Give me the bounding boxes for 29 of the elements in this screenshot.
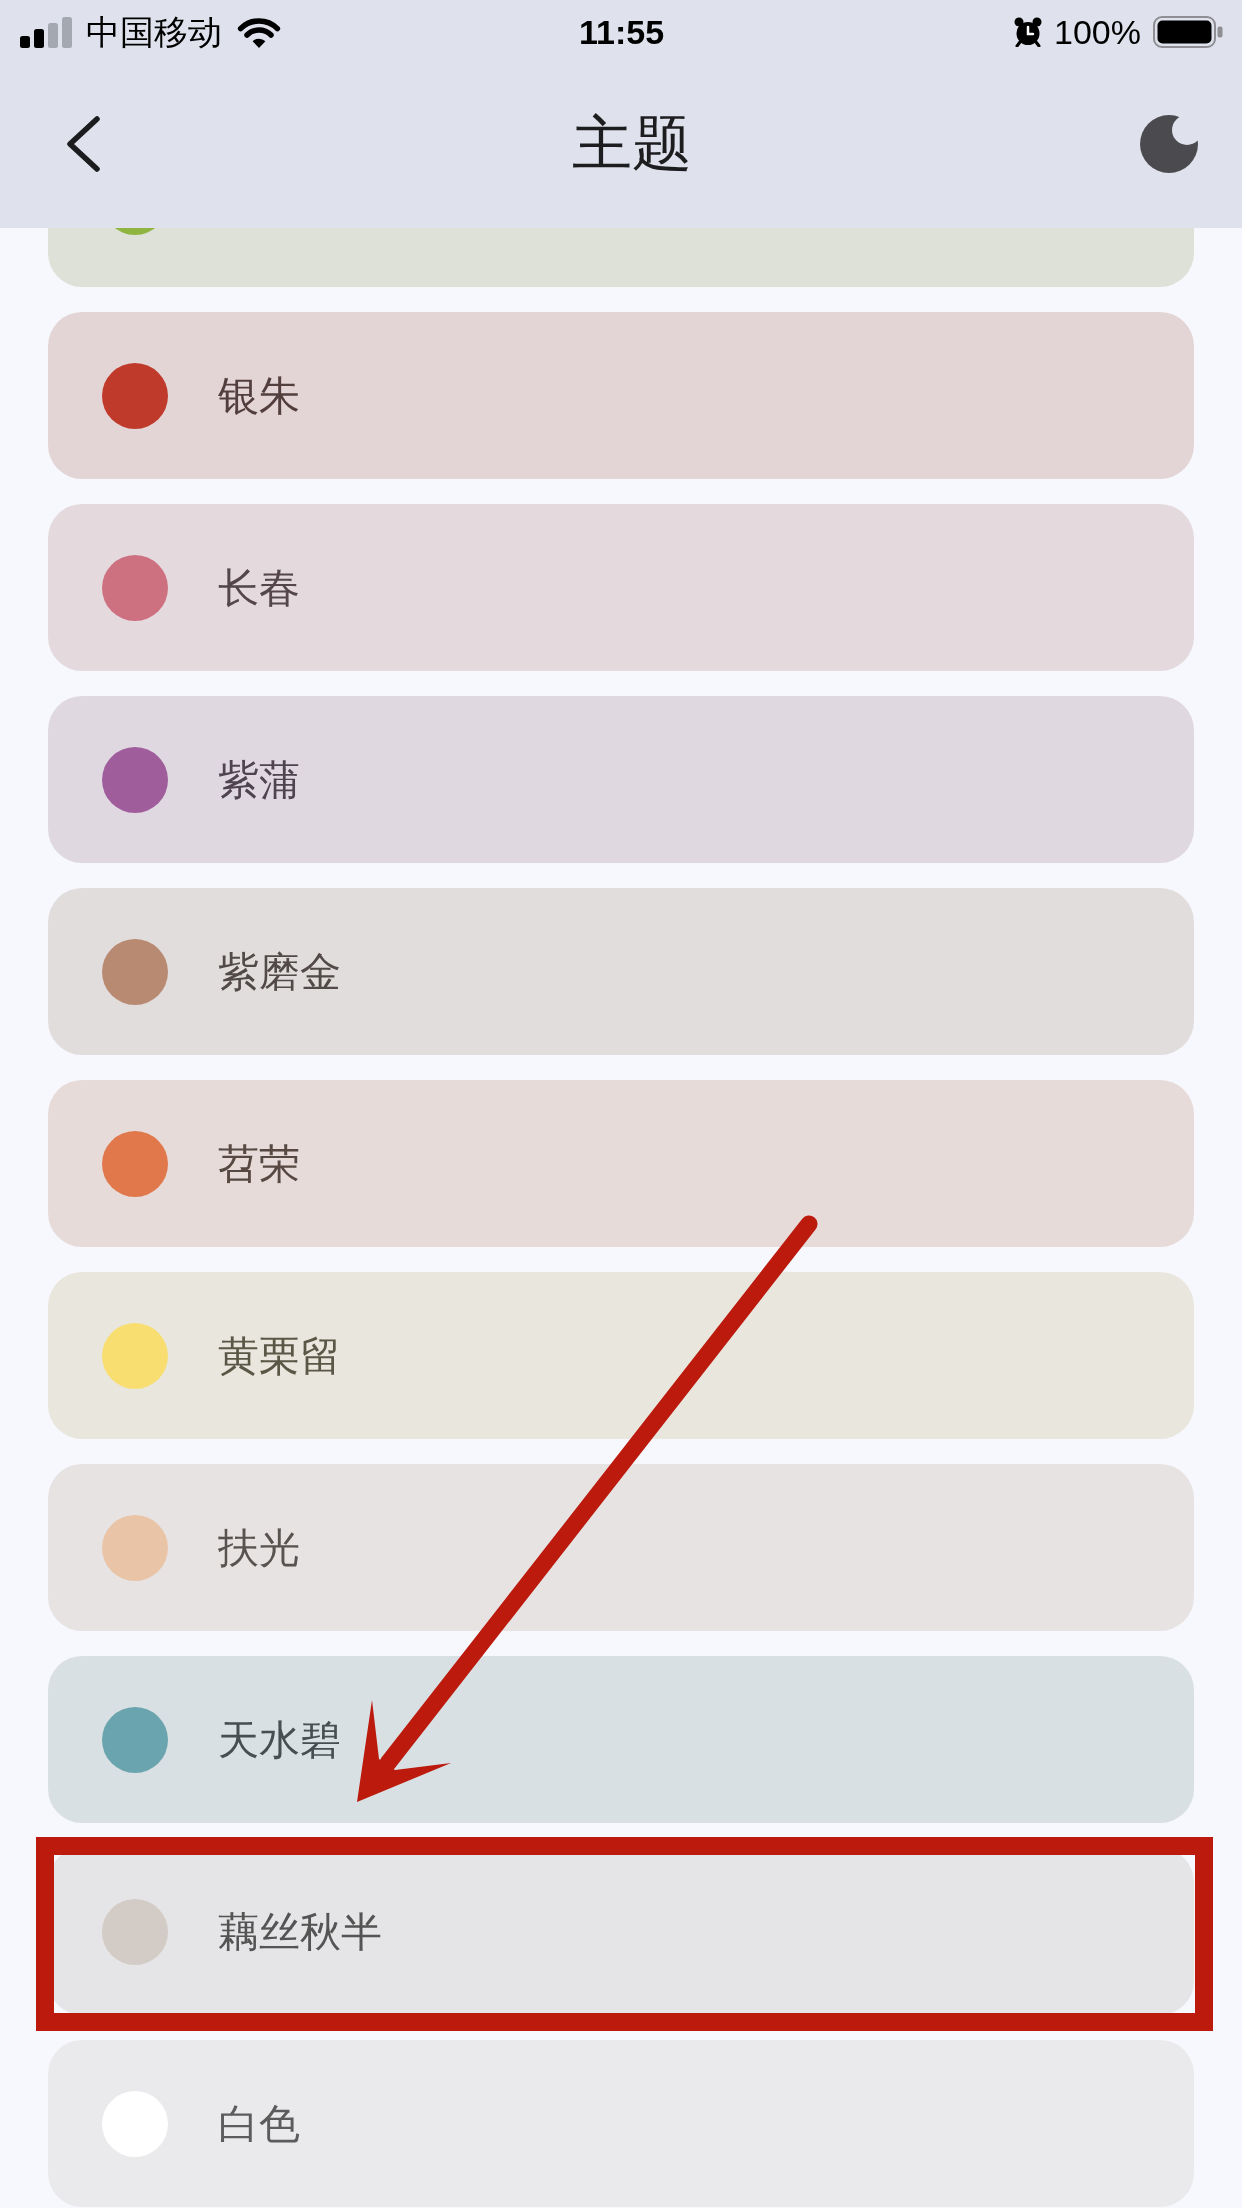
- moon-icon[interactable]: [1140, 115, 1198, 173]
- theme-option[interactable]: 紫蒲: [48, 696, 1194, 863]
- theme-name: 扶光: [218, 1523, 300, 1573]
- theme-name: 紫蒲: [218, 755, 300, 805]
- theme-option[interactable]: 银朱: [48, 312, 1194, 479]
- page-title: 主题: [572, 109, 692, 179]
- theme-option[interactable]: 黄栗留: [48, 1272, 1194, 1439]
- back-icon[interactable]: [66, 116, 102, 172]
- theme-option[interactable]: 长春: [48, 504, 1194, 671]
- signal-icon: [20, 16, 72, 48]
- theme-name: 天水碧: [218, 1715, 341, 1765]
- theme-option[interactable]: 紫磨金: [48, 888, 1194, 1055]
- theme-name: 白色: [218, 2099, 300, 2149]
- theme-name: 长春: [218, 563, 300, 613]
- theme-name: 藕丝秋半: [218, 1907, 382, 1957]
- theme-name: 银朱: [218, 371, 300, 421]
- carrier-name: 中国移动: [86, 12, 222, 52]
- theme-name: 黄栗留: [218, 1331, 341, 1381]
- battery-percent: 100%: [1054, 12, 1141, 52]
- theme-option[interactable]: 白色: [48, 2040, 1194, 2207]
- theme-option[interactable]: 天水碧: [48, 1656, 1194, 1823]
- theme-name: 紫磨金: [218, 947, 341, 997]
- theme-option[interactable]: 扶光: [48, 1464, 1194, 1631]
- wifi-icon: [236, 15, 282, 49]
- status-time: 11:55: [578, 12, 665, 52]
- alarm-clock-icon: [1014, 17, 1043, 47]
- theme-option[interactable]: 苕荣: [48, 1080, 1194, 1247]
- theme-name: 苕荣: [218, 1139, 300, 1189]
- battery-icon: [1153, 16, 1223, 48]
